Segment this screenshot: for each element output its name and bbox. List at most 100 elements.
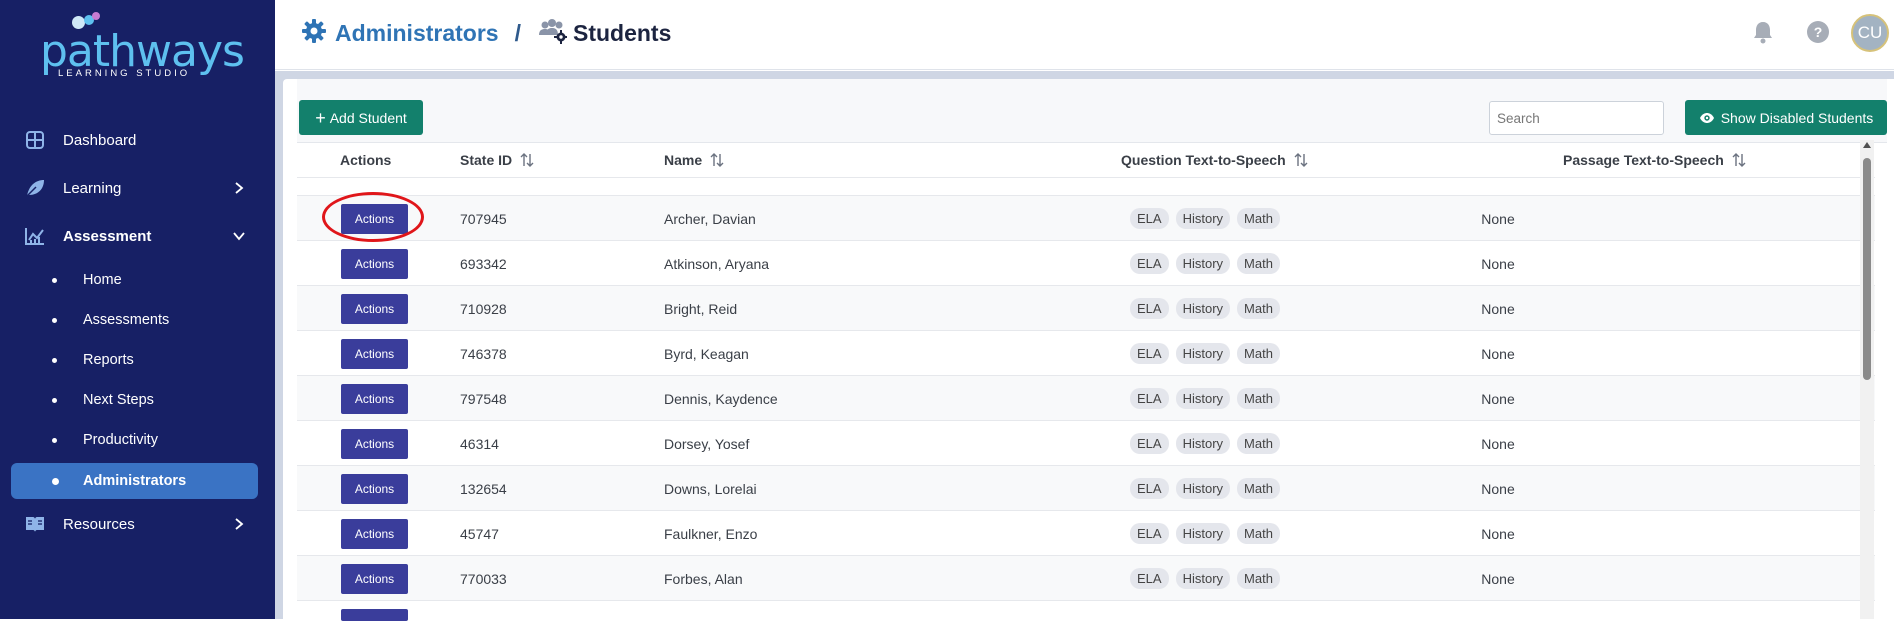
table-header: Actions State ID Name Question Text-to-S… bbox=[297, 143, 1875, 177]
sidebar-item-label: Dashboard bbox=[63, 131, 137, 149]
tag-history: History bbox=[1175, 388, 1231, 409]
table-row: Actions 693342 Atkinson, Aryana ELA Hist… bbox=[297, 240, 1875, 285]
bullet-icon bbox=[52, 437, 57, 443]
question-tts-tags: ELA History Math bbox=[1130, 241, 1280, 286]
tag-ela: ELA bbox=[1130, 208, 1169, 229]
tag-ela: ELA bbox=[1130, 568, 1169, 589]
sidebar-item-learning[interactable]: Learning bbox=[0, 168, 275, 208]
sidebar-subitem-label: Next Steps bbox=[83, 392, 154, 408]
bullet-icon bbox=[52, 357, 57, 363]
row-actions-button[interactable]: Actions bbox=[341, 429, 408, 459]
sidebar-subitem-label: Productivity bbox=[83, 432, 158, 448]
tag-math: Math bbox=[1237, 343, 1280, 364]
sidebar-subitem-label: Administrators bbox=[83, 473, 187, 489]
row-actions-button[interactable]: Actions bbox=[341, 204, 408, 234]
sidebar-subitem-productivity[interactable]: Productivity bbox=[0, 422, 275, 458]
question-tts-tags: ELA History Math bbox=[1130, 466, 1280, 511]
chevron-down-icon bbox=[232, 229, 246, 243]
cell-passage-tts: None bbox=[1481, 300, 1515, 317]
scroll-up-arrow-icon[interactable] bbox=[1863, 142, 1871, 148]
users-gear-icon bbox=[537, 18, 567, 49]
leaf-icon bbox=[24, 177, 46, 199]
sidebar-subitem-reports[interactable]: Reports bbox=[0, 342, 275, 378]
top-header: Administrators / Students ? CU bbox=[275, 0, 1894, 70]
table-row: Actions 797548 Dennis, Kaydence ELA Hist… bbox=[297, 375, 1875, 420]
cell-name: Dennis, Kaydence bbox=[664, 390, 778, 407]
tag-history: History bbox=[1175, 478, 1231, 499]
table-toolbar: + Add Student Show Disabled Students bbox=[297, 79, 1887, 143]
bullet-icon bbox=[52, 397, 57, 403]
tag-math: Math bbox=[1237, 208, 1280, 229]
cell-state-id: 710928 bbox=[460, 300, 507, 317]
breadcrumb-administrators-link[interactable]: Administrators bbox=[335, 20, 499, 47]
table-scrollbar[interactable] bbox=[1860, 140, 1874, 619]
sidebar-item-label: Resources bbox=[63, 515, 135, 533]
sidebar-subitem-assessments[interactable]: Assessments bbox=[0, 302, 275, 338]
row-actions-button[interactable]: Actions bbox=[341, 474, 408, 504]
row-actions-button[interactable]: Actions bbox=[341, 384, 408, 414]
column-header-question-tts[interactable]: Question Text-to-Speech bbox=[1121, 143, 1308, 177]
chevron-right-icon bbox=[232, 181, 246, 195]
question-tts-tags: ELA History Math bbox=[1130, 421, 1280, 466]
sidebar-subitem-label: Reports bbox=[83, 352, 134, 368]
row-actions-button[interactable]: Actions bbox=[341, 339, 408, 369]
cell-state-id: 46314 bbox=[460, 435, 499, 452]
breadcrumb: Administrators / Students bbox=[301, 18, 671, 48]
add-student-button[interactable]: + Add Student bbox=[299, 100, 423, 135]
show-disabled-students-button[interactable]: Show Disabled Students bbox=[1685, 100, 1887, 135]
sidebar-subitem-next-steps[interactable]: Next Steps bbox=[0, 382, 275, 418]
bullet-icon bbox=[52, 277, 57, 283]
row-actions-button[interactable]: Actions bbox=[341, 564, 408, 594]
tag-math: Math bbox=[1237, 523, 1280, 544]
row-actions-button[interactable]: Actions bbox=[341, 249, 408, 279]
help-icon[interactable]: ? bbox=[1806, 20, 1830, 44]
cell-name: Bright, Reid bbox=[664, 300, 738, 317]
row-actions-button[interactable]: Actions bbox=[341, 519, 408, 549]
pathways-logo[interactable]: pathways LEARNING STUDIO bbox=[40, 12, 245, 82]
row-actions-button[interactable] bbox=[341, 609, 408, 621]
cell-name: Faulkner, Enzo bbox=[664, 525, 758, 542]
tag-history: History bbox=[1175, 208, 1231, 229]
cell-state-id: 797548 bbox=[460, 390, 507, 407]
logo-dot bbox=[92, 12, 100, 20]
sort-icon bbox=[710, 153, 724, 167]
question-tts-tags: ELA History Math bbox=[1130, 196, 1280, 241]
tag-math: Math bbox=[1237, 388, 1280, 409]
chart-icon bbox=[24, 225, 46, 247]
sidebar-item-label: Assessment bbox=[63, 227, 152, 245]
cell-name: Atkinson, Aryana bbox=[664, 255, 770, 272]
dashboard-icon bbox=[24, 129, 46, 151]
question-tts-tags: ELA History Math bbox=[1130, 556, 1280, 601]
question-tts-tags: ELA History Math bbox=[1130, 331, 1280, 376]
breadcrumb-current: Students bbox=[572, 19, 672, 46]
table-row: Actions 46314 Dorsey, Yosef ELA History … bbox=[297, 420, 1875, 465]
cell-name: Forbes, Alan bbox=[664, 570, 743, 587]
column-header-state-id[interactable]: State ID bbox=[460, 143, 534, 177]
show-disabled-label: Show Disabled Students bbox=[1720, 109, 1874, 126]
sidebar-item-dashboard[interactable]: Dashboard bbox=[0, 120, 275, 160]
sidebar-subitem-administrators[interactable]: Administrators bbox=[11, 463, 258, 499]
avatar[interactable]: CU bbox=[1851, 14, 1889, 52]
tag-history: History bbox=[1175, 568, 1231, 589]
tag-history: History bbox=[1175, 253, 1231, 274]
tag-history: History bbox=[1175, 343, 1231, 364]
add-student-label: Add Student bbox=[329, 109, 407, 126]
column-header-passage-tts[interactable]: Passage Text-to-Speech bbox=[1563, 143, 1746, 177]
sidebar-item-resources[interactable]: Resources bbox=[0, 504, 275, 544]
sidebar-item-assessment[interactable]: Assessment bbox=[0, 216, 275, 256]
row-actions-button[interactable]: Actions bbox=[341, 294, 408, 324]
search-input[interactable] bbox=[1489, 101, 1664, 135]
cell-state-id: 746378 bbox=[460, 345, 507, 362]
sidebar-subitem-home[interactable]: Home bbox=[0, 262, 275, 298]
chevron-right-icon bbox=[232, 517, 246, 531]
cell-passage-tts: None bbox=[1481, 435, 1515, 452]
column-header-name[interactable]: Name bbox=[664, 143, 724, 177]
tag-history: History bbox=[1175, 433, 1231, 454]
tag-ela: ELA bbox=[1130, 478, 1169, 499]
scroll-thumb[interactable] bbox=[1863, 158, 1871, 380]
sort-icon bbox=[1294, 153, 1308, 167]
table-row: Actions 710928 Bright, Reid ELA History … bbox=[297, 285, 1875, 330]
sort-icon bbox=[520, 153, 534, 167]
column-header-label: Actions bbox=[340, 152, 392, 168]
bell-icon[interactable] bbox=[1751, 20, 1775, 44]
